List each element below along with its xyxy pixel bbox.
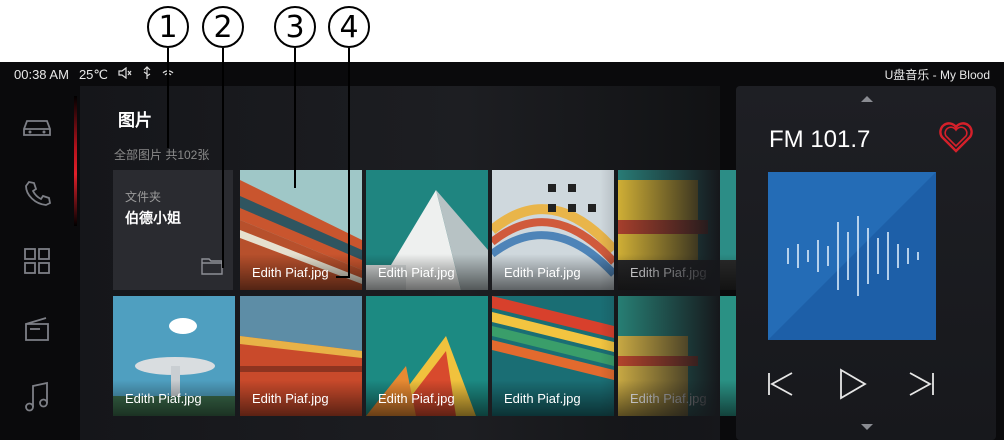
sidebar-item-music[interactable]	[18, 380, 56, 418]
photo-name: Edith Piaf.jpg	[378, 265, 455, 280]
radio-panel: FM 101.7	[736, 86, 996, 440]
folder-name: 伯德小姐	[125, 210, 181, 226]
annotation-callouts: 1 2 3 4	[0, 0, 1004, 62]
photo-name: Edith Piaf.jpg	[504, 391, 581, 406]
photo-thumbnail[interactable]: Edith Piaf.jpg	[618, 170, 740, 290]
folder-icon	[201, 257, 223, 280]
play-button[interactable]	[834, 367, 870, 405]
photo-thumbnail[interactable]: Edith Piaf.jpg	[618, 296, 740, 416]
page-title: 图片	[118, 111, 152, 130]
photo-name: Edith Piaf.jpg	[378, 391, 455, 406]
photo-name: Edith Piaf.jpg	[504, 265, 581, 280]
temperature: 25℃	[78, 66, 108, 82]
photo-thumbnail[interactable]: Edith Piaf.jpg	[240, 296, 362, 416]
apps-grid-icon	[23, 247, 51, 280]
clock: 00:38 AM	[14, 67, 69, 82]
photo-name: Edith Piaf.jpg	[125, 391, 202, 406]
previous-icon	[766, 371, 794, 402]
station-frequency: FM 101.7	[769, 126, 871, 153]
heart-icon[interactable]	[938, 122, 974, 159]
callout-1: 1	[147, 6, 189, 48]
photo-thumbnail[interactable]: Edith Piaf.jpg	[113, 296, 235, 416]
photo-name: Edith Piaf.jpg	[252, 391, 329, 406]
photo-thumbnail[interactable]: Edith Piaf.jpg	[366, 296, 488, 416]
sidebar-item-apps[interactable]	[18, 244, 56, 282]
sidebar-item-radio[interactable]	[18, 312, 56, 350]
photo-thumbnail[interactable]: Edith Piaf.jpg	[240, 170, 362, 290]
callout-2: 2	[202, 6, 244, 48]
music-note-icon	[23, 381, 51, 418]
callout-leader-2	[222, 48, 224, 268]
mute-icon	[118, 66, 132, 82]
usb-icon	[142, 66, 152, 83]
car-display-screen: 00:38 AM 25℃ U盘音乐 - My Blood 图片 全部图片 共10…	[0, 62, 1004, 440]
folder-card[interactable]: 文件夹 伯德小姐	[113, 170, 233, 290]
next-button[interactable]	[904, 368, 940, 404]
photo-gallery: 图片 全部图片 共102张 文件夹 伯德小姐 Edith Piaf.jpg Ed…	[80, 86, 740, 440]
folder-type-label: 文件夹	[125, 190, 162, 204]
callout-leader-3	[294, 48, 296, 188]
sidebar-item-car[interactable]	[18, 110, 56, 148]
photo-name: Edith Piaf.jpg	[630, 391, 707, 406]
status-bar: 00:38 AM 25℃ U盘音乐 - My Blood	[0, 62, 1004, 86]
active-indicator	[74, 96, 77, 226]
callout-3: 3	[274, 6, 316, 48]
scroll-down-icon[interactable]	[861, 424, 873, 430]
callout-leader-4-tick	[336, 276, 350, 278]
callout-leader-1	[167, 48, 169, 148]
scroll-up-icon[interactable]	[861, 96, 873, 102]
previous-button[interactable]	[762, 368, 798, 404]
radio-icon	[23, 315, 51, 348]
sidebar-nav	[0, 86, 76, 440]
callout-leader-4	[348, 48, 350, 276]
photo-name: Edith Piaf.jpg	[630, 265, 707, 280]
photo-thumbnail[interactable]: Edith Piaf.jpg	[366, 170, 488, 290]
photo-count-label: 全部图片 共102张	[114, 148, 210, 162]
photo-name: Edith Piaf.jpg	[252, 265, 329, 280]
next-icon	[908, 371, 936, 402]
car-icon	[21, 115, 53, 144]
phone-icon	[23, 179, 52, 212]
album-art	[768, 172, 936, 340]
sidebar-item-phone[interactable]	[18, 176, 56, 214]
play-icon	[837, 367, 867, 405]
callout-4: 4	[328, 6, 370, 48]
now-playing-label[interactable]: U盘音乐 - My Blood	[885, 66, 990, 83]
photo-thumbnail[interactable]: Edith Piaf.jpg	[492, 170, 614, 290]
photo-thumbnail[interactable]: Edith Piaf.jpg	[492, 296, 614, 416]
